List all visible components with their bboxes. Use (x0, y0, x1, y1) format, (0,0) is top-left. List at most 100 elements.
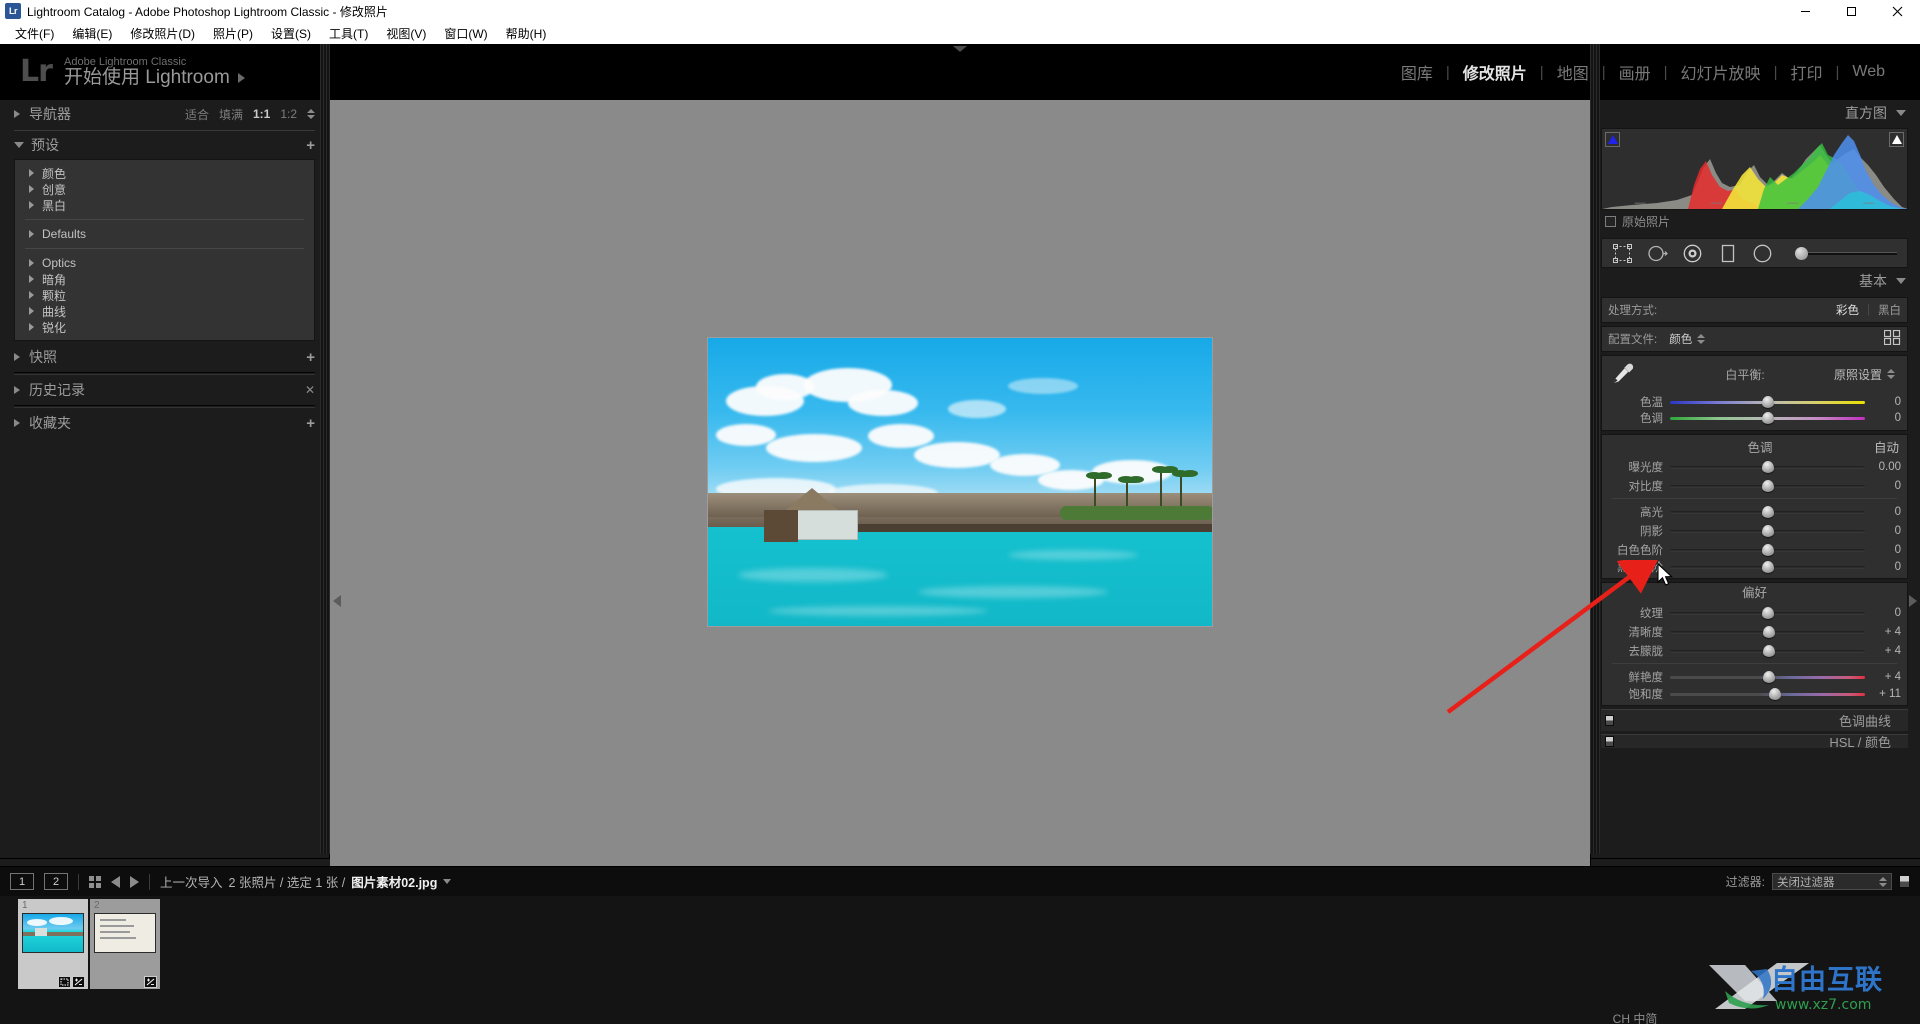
menu-window[interactable]: 窗口(W) (435, 23, 496, 44)
tone-curve-switch-icon[interactable] (1605, 715, 1614, 726)
original-photo-toggle[interactable]: 原始照片 (1599, 210, 1910, 232)
zoom-1-2[interactable]: 1:2 (280, 107, 297, 121)
slider-knob[interactable] (1795, 246, 1808, 260)
close-button[interactable] (1874, 0, 1920, 22)
histogram-display[interactable]: — — — — (1601, 128, 1908, 210)
slider-knob[interactable] (1761, 606, 1774, 619)
filter-enable-switch[interactable] (1899, 875, 1910, 888)
develop-badge-icon[interactable] (72, 976, 85, 988)
filter-select[interactable]: 关闭过滤器 (1772, 873, 1892, 890)
slider-knob[interactable] (1761, 460, 1774, 473)
slider-knob[interactable] (1761, 395, 1774, 408)
white-balance-eyedropper-button[interactable] (1608, 360, 1642, 388)
exposure-slider[interactable] (1670, 460, 1865, 474)
slider-knob[interactable] (1761, 543, 1774, 556)
slider-value[interactable]: + 4 (1865, 626, 1901, 638)
develop-badge-icon[interactable] (144, 976, 157, 988)
shadows-slider[interactable] (1670, 524, 1865, 538)
profile-browser-button[interactable] (1883, 329, 1901, 348)
slider-knob[interactable] (1763, 625, 1776, 638)
white-balance-stepper-icon[interactable] (1887, 369, 1895, 379)
tint-slider[interactable] (1670, 411, 1865, 425)
filmstrip-thumb-2[interactable]: 2 (90, 899, 160, 989)
contrast-slider[interactable] (1670, 479, 1865, 493)
menu-edit[interactable]: 编辑(E) (63, 23, 121, 44)
clarity-slider[interactable] (1670, 625, 1865, 639)
slider-knob[interactable] (1761, 560, 1774, 573)
chevron-down-icon[interactable] (443, 879, 452, 884)
filmstrip-thumb-1[interactable]: 1 (18, 899, 88, 989)
treatment-color-option[interactable]: 彩色 (1836, 302, 1859, 318)
auto-tone-button[interactable]: 自动 (1874, 437, 1899, 456)
minimize-button[interactable] (1782, 0, 1828, 22)
identity-arrow-icon[interactable] (237, 73, 245, 84)
profile-stepper-icon[interactable] (1697, 334, 1706, 344)
shadow-clipping-button[interactable] (1605, 132, 1620, 147)
module-develop[interactable]: 修改照片 (1450, 60, 1540, 84)
module-web[interactable]: Web (1839, 63, 1898, 81)
slider-value[interactable]: 0 (1865, 525, 1901, 537)
go-forward-icon[interactable] (130, 875, 139, 888)
linear-gradient-tool[interactable] (1717, 243, 1738, 264)
slider-knob[interactable] (1763, 644, 1776, 657)
slider-value[interactable]: 0.00 (1865, 461, 1901, 473)
identity-plate[interactable]: Adobe Lightroom Classic 开始使用 Lightroom (64, 56, 245, 89)
slider-value[interactable]: 0 (1865, 506, 1901, 518)
slider-track[interactable] (1808, 251, 1897, 255)
temperature-slider[interactable] (1670, 395, 1865, 409)
slider-value[interactable]: + 4 (1865, 671, 1901, 683)
module-book[interactable]: 画册 (1606, 60, 1664, 84)
left-panel-collapse-arrow[interactable] (332, 588, 342, 614)
preset-group-curve[interactable]: 曲线 (15, 303, 314, 319)
slider-knob[interactable] (1763, 670, 1776, 683)
slider-value[interactable]: 0 (1865, 412, 1901, 424)
menu-view[interactable]: 视图(V) (377, 23, 435, 44)
preset-group-vignette[interactable]: 暗角 (15, 271, 314, 287)
slider-knob[interactable] (1761, 412, 1774, 424)
slider-value[interactable]: + 11 (1865, 688, 1901, 700)
preset-group-sharpening[interactable]: 锐化 (15, 319, 314, 335)
histogram-header[interactable]: 直方图 (1599, 100, 1910, 126)
blacks-slider[interactable] (1670, 560, 1865, 574)
preset-group-creative[interactable]: 创意 (15, 181, 314, 197)
red-eye-correction-tool[interactable] (1682, 243, 1703, 264)
module-print[interactable]: 打印 (1777, 60, 1835, 84)
secondary-display-1[interactable]: 1 (10, 873, 34, 890)
clear-history-icon[interactable]: ✕ (305, 383, 315, 397)
menu-settings[interactable]: 设置(S) (262, 23, 320, 44)
slider-knob[interactable] (1769, 687, 1782, 700)
menu-tools[interactable]: 工具(T) (320, 23, 377, 44)
slider-knob[interactable] (1761, 505, 1774, 518)
crop-overlay-tool[interactable] (1612, 243, 1633, 264)
highlight-clipping-button[interactable] (1889, 132, 1904, 147)
module-slideshow[interactable]: 幻灯片放映 (1668, 60, 1774, 84)
treatment-bw-option[interactable]: 黑白 (1878, 302, 1901, 318)
collections-header[interactable]: 收藏夹 + (14, 409, 315, 437)
presets-header[interactable]: 预设 + (14, 131, 315, 159)
dehaze-slider[interactable] (1670, 644, 1865, 658)
slider-value[interactable]: 0 (1865, 561, 1901, 573)
preset-group-color[interactable]: 颜色 (15, 165, 314, 181)
highlights-slider[interactable] (1670, 505, 1865, 519)
slider-value[interactable]: 0 (1865, 396, 1901, 408)
zoom-1-1[interactable]: 1:1 (253, 107, 270, 121)
secondary-display-2[interactable]: 2 (44, 873, 68, 890)
white-balance-select[interactable]: 原照设置 (1834, 366, 1901, 383)
masking-amount-slider[interactable] (1795, 246, 1897, 260)
add-preset-icon[interactable]: + (306, 137, 315, 154)
zoom-fill[interactable]: 填满 (219, 106, 243, 123)
top-panel-collapse-arrow[interactable] (953, 46, 967, 52)
spot-removal-tool[interactable] (1647, 243, 1668, 264)
slider-knob[interactable] (1761, 524, 1774, 537)
filmstrip-source[interactable]: 上一次导入 (160, 872, 223, 891)
preset-group-grain[interactable]: 颗粒 (15, 287, 314, 303)
slider-value[interactable]: 0 (1865, 607, 1901, 619)
maximize-button[interactable] (1828, 0, 1874, 22)
slider-value[interactable]: 0 (1865, 544, 1901, 556)
left-panel-grip[interactable] (320, 44, 330, 854)
right-panel-collapse-arrow[interactable] (1908, 588, 1918, 614)
profile-select[interactable]: 颜色 (1669, 331, 1706, 347)
zoom-fit[interactable]: 适合 (185, 106, 209, 123)
original-photo-checkbox[interactable] (1605, 215, 1616, 227)
right-panel-grip[interactable] (1590, 44, 1600, 854)
